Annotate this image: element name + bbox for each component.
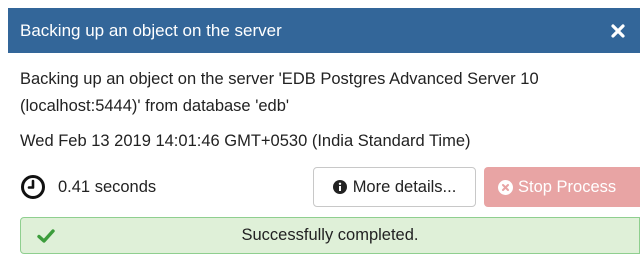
more-details-button[interactable]: More details... [313, 167, 476, 207]
close-icon [611, 23, 625, 38]
dialog-header: Backing up an object on the server [8, 8, 640, 53]
more-details-label: More details... [352, 177, 457, 196]
message-line-1: Backing up an object on the server 'EDB … [20, 70, 539, 88]
stop-process-button[interactable]: Stop Process [484, 167, 640, 207]
success-text: Successfully completed. [241, 226, 419, 244]
elapsed-text: 0.41 seconds [58, 177, 157, 196]
stop-process-label: Stop Process [518, 177, 617, 196]
dialog-title: Backing up an object on the server [20, 20, 282, 40]
success-alert: Successfully completed. [20, 217, 640, 254]
times-circle-icon [498, 179, 513, 195]
message-line-2: (localhost:5444)' from database 'edb' [20, 97, 290, 115]
clock-icon [21, 175, 45, 199]
close-button[interactable] [608, 21, 628, 41]
check-icon [37, 228, 55, 243]
start-timestamp: Wed Feb 13 2019 14:01:46 GMT+0530 (India… [20, 132, 471, 150]
process-message: Backing up an object on the server 'EDB … [20, 66, 620, 120]
info-circle-icon [332, 180, 347, 194]
elapsed-time: 0.41 seconds [20, 173, 156, 201]
